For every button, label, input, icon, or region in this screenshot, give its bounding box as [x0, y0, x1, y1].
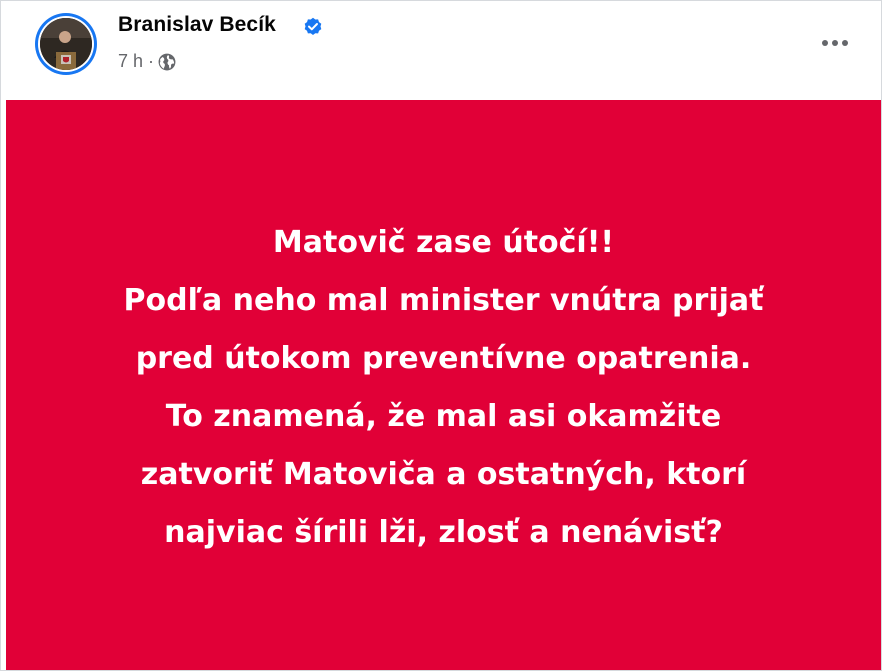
avatar[interactable]: [35, 13, 97, 75]
post-meta: 7 h ·: [118, 51, 176, 72]
post-image[interactable]: Matovič zase útočí!! Podľa neho mal mini…: [6, 100, 881, 670]
post-options-button[interactable]: [817, 25, 853, 61]
globe-icon[interactable]: [158, 53, 176, 71]
image-text-line: pred útokom preventívne opatrenia.: [135, 341, 752, 376]
image-text-line: najviac šírili lži, zlosť a nenávisť?: [164, 515, 723, 550]
avatar-photo: [40, 18, 92, 70]
post-timestamp[interactable]: 7 h: [118, 51, 143, 72]
more-horizontal-icon: [822, 40, 848, 46]
post-header: Branislav Becík 7 h ·: [1, 1, 881, 99]
image-text-line: Podľa neho mal minister vnútra prijať: [123, 283, 764, 318]
post-image-text: Matovič zase útočí!! Podľa neho mal mini…: [124, 214, 764, 562]
facebook-post: Branislav Becík 7 h · Matovič zase útočí…: [0, 0, 882, 671]
image-text-line: Matovič zase útočí!!: [272, 225, 615, 260]
image-text-line: zatvoriť Matoviča a ostatných, ktorí: [140, 457, 747, 492]
meta-separator: ·: [148, 51, 155, 71]
avatar-image-icon: [40, 18, 92, 70]
author-name[interactable]: Branislav Becík: [118, 13, 276, 37]
verified-badge-icon: [304, 17, 322, 35]
image-text-line: To znamená, že mal asi okamžite: [165, 399, 722, 434]
